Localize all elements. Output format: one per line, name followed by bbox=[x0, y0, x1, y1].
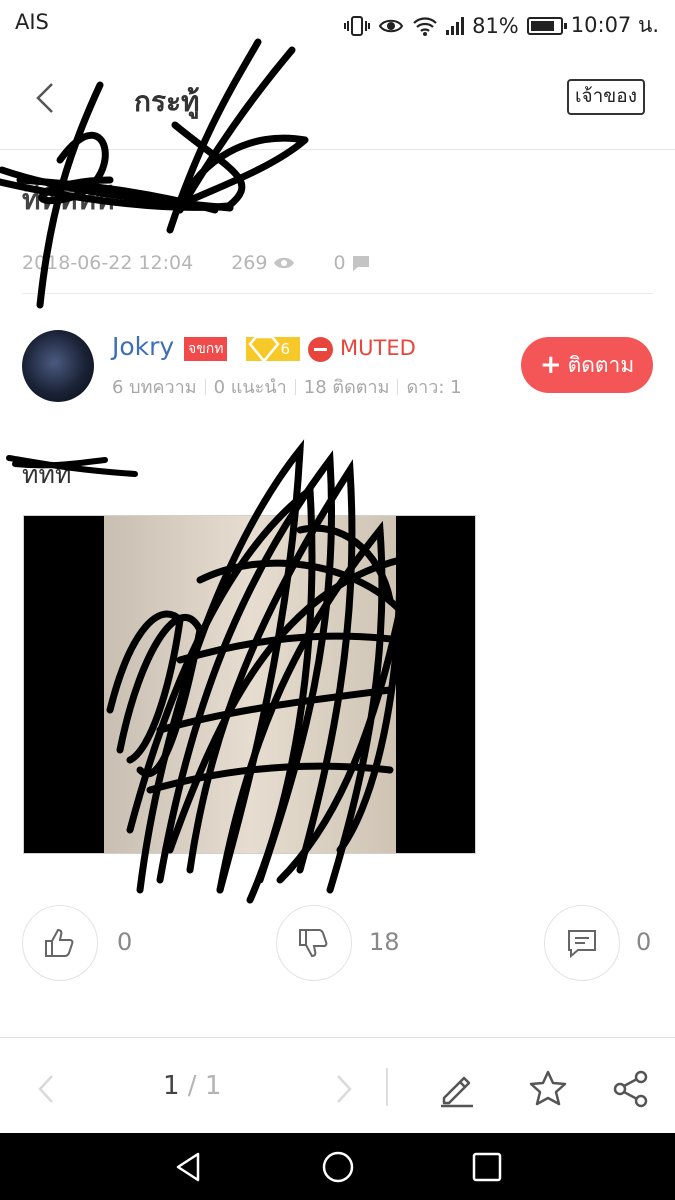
eye-comfort-icon bbox=[378, 19, 404, 32]
previous-page-icon[interactable] bbox=[26, 1068, 68, 1110]
op-badge: จขกท bbox=[184, 337, 228, 361]
battery-icon bbox=[526, 16, 567, 35]
next-page-icon[interactable] bbox=[322, 1068, 364, 1110]
comment-icon bbox=[352, 256, 369, 271]
star-icon[interactable] bbox=[527, 1068, 569, 1110]
post-date: 2018-06-22 12:04 bbox=[22, 252, 194, 274]
eye-icon bbox=[274, 257, 295, 269]
diamond-icon bbox=[248, 335, 280, 363]
comment-count: 0 bbox=[333, 252, 369, 274]
message-icon bbox=[568, 930, 596, 959]
nav-recents-icon[interactable] bbox=[469, 1149, 505, 1185]
like-button[interactable] bbox=[22, 905, 98, 981]
like-count: 0 bbox=[117, 928, 133, 956]
muted-icon bbox=[308, 337, 333, 362]
stat-separator bbox=[294, 378, 296, 395]
comment-count-value: 0 bbox=[333, 252, 346, 274]
author-articles: 6 บทความ bbox=[112, 377, 197, 398]
author-stars: ดาว: 1 bbox=[406, 377, 462, 398]
clock: 10:07 น. bbox=[570, 13, 659, 37]
author-recommendations: 0 แนะนำ bbox=[213, 377, 287, 398]
battery-percent: 81% bbox=[472, 13, 519, 38]
reply-button[interactable] bbox=[544, 905, 620, 981]
post-meta: 2018-06-22 12:04 269 0 bbox=[22, 252, 370, 274]
page-title: กระทู้ bbox=[134, 85, 200, 118]
avatar[interactable] bbox=[22, 330, 94, 402]
dislike-button[interactable] bbox=[276, 905, 352, 981]
total-pages: 1 bbox=[204, 1071, 222, 1101]
post-title: ทีทีทีทีที bbox=[22, 183, 115, 216]
dislike-count: 18 bbox=[369, 928, 400, 956]
current-page: 1 bbox=[163, 1071, 180, 1101]
page-indicator: 1 / 1 bbox=[163, 1071, 221, 1101]
thumbs-up-icon bbox=[45, 928, 74, 957]
owner-filter-button[interactable]: เจ้าของ bbox=[567, 79, 645, 115]
system-navigation-bar bbox=[0, 1133, 675, 1200]
pencil-icon[interactable] bbox=[436, 1068, 478, 1110]
thumbs-down-icon bbox=[299, 929, 328, 958]
nav-back-icon[interactable] bbox=[170, 1149, 206, 1185]
nav-home-icon[interactable] bbox=[320, 1149, 356, 1185]
view-count: 269 bbox=[231, 252, 295, 274]
plus-icon: + bbox=[539, 350, 562, 380]
level-badge: 6 bbox=[246, 335, 300, 363]
wifi-icon bbox=[413, 16, 437, 36]
stat-separator bbox=[204, 378, 206, 395]
signal-icon bbox=[446, 16, 465, 35]
author-name[interactable]: Jokry bbox=[112, 332, 174, 361]
share-icon[interactable] bbox=[610, 1068, 652, 1110]
top-app-bar: กระทู้ เจ้าของ bbox=[0, 46, 675, 150]
stat-separator bbox=[397, 378, 399, 395]
post-image[interactable] bbox=[23, 515, 476, 854]
reply-count: 0 bbox=[636, 928, 652, 956]
muted-status: MUTED bbox=[340, 336, 416, 360]
status-bar: AIS 81% 10:07 น. bbox=[0, 0, 675, 46]
divider bbox=[22, 293, 653, 294]
post-body-text: ทีทีที bbox=[22, 460, 72, 489]
toolbar-separator bbox=[386, 1068, 388, 1106]
post-image-content bbox=[104, 516, 396, 853]
follow-button[interactable]: + ติดตาม bbox=[521, 337, 653, 393]
bottom-toolbar: 1 / 1 bbox=[0, 1037, 675, 1133]
author-stats: 6 บทความ 0 แนะนำ 18 ติดตาม ดาว: 1 bbox=[112, 372, 462, 401]
follow-label: ติดตาม bbox=[567, 352, 635, 377]
chevron-left-icon bbox=[36, 83, 53, 113]
page-separator: / bbox=[179, 1071, 205, 1101]
carrier-label: AIS bbox=[15, 10, 49, 34]
view-count-value: 269 bbox=[231, 252, 268, 274]
vibrate-icon bbox=[344, 15, 371, 36]
status-icons: 81% 10:07 น. bbox=[344, 9, 659, 42]
author-following: 18 ติดตาม bbox=[303, 377, 390, 398]
back-button[interactable] bbox=[26, 76, 66, 120]
